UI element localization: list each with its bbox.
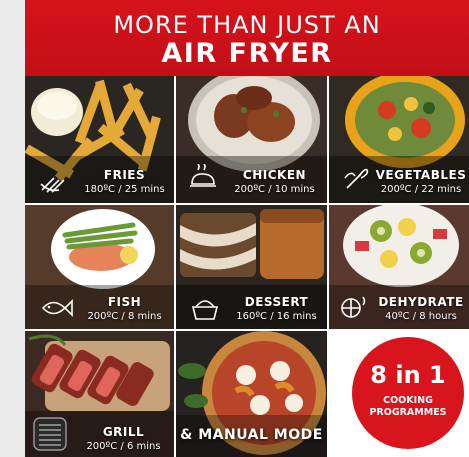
manual-mode-label: & MANUAL MODE <box>180 427 323 443</box>
fries-icon <box>40 177 65 193</box>
badge-line-1: COOKING <box>383 395 433 406</box>
tile-spec: 200ºC / 10 mins <box>234 184 315 195</box>
banner-line-1: MORE THAN JUST AN <box>113 11 381 39</box>
tile-spec: 40ºC / 8 hours <box>385 311 457 322</box>
tile-fries: FRIES 180ºC / 25 mins <box>25 76 174 203</box>
banner-line-2: AIR FRYER <box>161 38 333 69</box>
tile-title: FISH <box>107 295 142 309</box>
tile-dessert: DESSERT 160ºC / 16 mins <box>176 205 327 329</box>
dessert-icon <box>191 300 219 320</box>
tile-title: FRIES <box>103 168 146 182</box>
product-banner-frame: MORE THAN JUST AN AIR FRYER FRIES 180ºC … <box>25 0 469 457</box>
tile-title: VEGETABLES <box>375 168 467 182</box>
fish-icon <box>41 299 73 317</box>
tile-title: DESSERT <box>244 295 309 309</box>
tile-title: GRILL <box>102 425 145 439</box>
badge-count: 8 in 1 <box>370 361 446 389</box>
tile-title: DEHYDRATE <box>378 295 464 309</box>
tile-spec: 180ºC / 25 mins <box>84 184 165 195</box>
tile-dehydrate: DEHYDRATE 40ºC / 8 hours <box>329 205 469 329</box>
badge-line-2: PROGRAMMES <box>369 407 447 418</box>
cooking-programmes-badge: 8 in 1 COOKING PROGRAMMES <box>352 337 464 449</box>
tile-spec: 200ºC / 6 mins <box>86 441 161 452</box>
tile-chicken: CHICKEN 200ºC / 10 mins <box>176 76 327 203</box>
vegetables-icon <box>344 168 369 189</box>
tile-vegetables: VEGETABLES 200ºC / 22 mins <box>329 76 469 203</box>
header-banner: MORE THAN JUST AN AIR FRYER <box>25 0 469 76</box>
grill-icon <box>33 417 67 451</box>
tile-grill: GRILL 200ºC / 6 mins <box>25 331 174 457</box>
tile-manual-mode: & MANUAL MODE <box>176 331 327 457</box>
tile-spec: 200ºC / 8 mins <box>87 311 162 322</box>
tile-fish: FISH 200ºC / 8 mins <box>25 205 174 329</box>
tile-title: CHICKEN <box>242 168 307 182</box>
tile-spec: 200ºC / 22 mins <box>380 184 462 195</box>
dehydrate-icon <box>341 296 366 318</box>
chicken-icon <box>190 164 216 187</box>
tile-spec: 160ºC / 16 mins <box>236 311 317 322</box>
